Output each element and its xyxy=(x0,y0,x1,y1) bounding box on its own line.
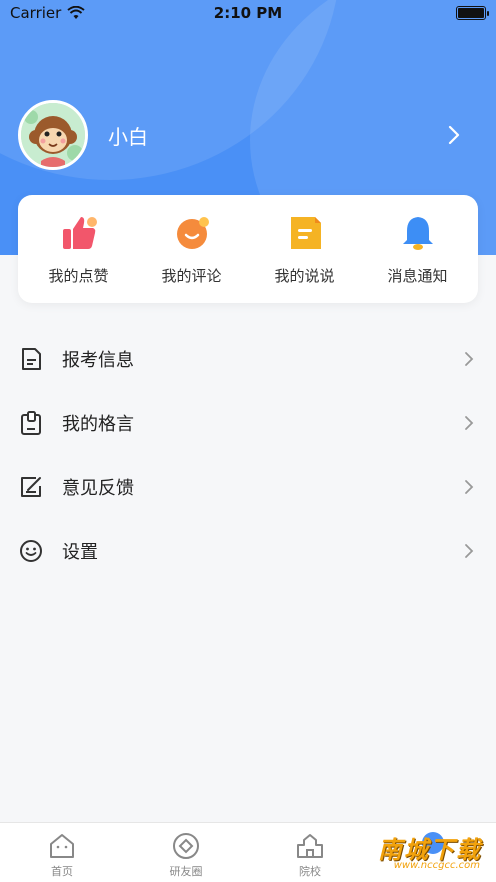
settings-menu: 报考信息 我的格言 意见反馈 设置 xyxy=(0,327,496,583)
status-time: 2:10 PM xyxy=(213,4,283,22)
chevron-right-icon xyxy=(465,352,474,366)
feedback-edit-icon xyxy=(21,477,41,497)
menu-item-exam-info[interactable]: 报考信息 xyxy=(0,327,496,391)
smiley-settings-icon xyxy=(20,540,42,562)
tab-home[interactable]: 首页 xyxy=(0,823,124,882)
note-icon xyxy=(290,216,321,249)
chevron-right-icon xyxy=(465,544,474,558)
clipboard-icon xyxy=(21,411,41,435)
quick-action-label: 我的说说 xyxy=(274,266,335,285)
tab-label: 院校 xyxy=(299,865,321,878)
wifi-icon xyxy=(67,6,85,19)
school-icon xyxy=(297,834,323,858)
home-icon xyxy=(50,834,74,858)
menu-item-label: 设置 xyxy=(62,542,98,563)
watermark-logo: 南城下载 www.nccgcc.com xyxy=(370,830,488,876)
battery-icon xyxy=(456,6,489,20)
menu-item-label: 报考信息 xyxy=(62,350,134,371)
quick-action-likes[interactable]: 我的点赞 xyxy=(24,213,134,286)
circle-friends-icon xyxy=(173,833,199,859)
quick-action-label: 我的评论 xyxy=(161,266,222,285)
username: 小白 xyxy=(108,124,148,149)
chevron-right-icon xyxy=(465,416,474,430)
tab-label: 研友圈 xyxy=(169,865,203,878)
watermark-url: www.nccgcc.com xyxy=(393,860,480,871)
menu-item-label: 我的格言 xyxy=(62,414,134,435)
bell-icon xyxy=(402,216,433,250)
carrier-label: Carrier xyxy=(10,4,62,22)
menu-item-settings[interactable]: 设置 xyxy=(0,519,496,583)
quick-action-notifications[interactable]: 消息通知 xyxy=(363,213,473,286)
menu-item-feedback[interactable]: 意见反馈 xyxy=(0,455,496,519)
status-bar: Carrier 2:10 PM xyxy=(0,0,496,26)
document-icon xyxy=(22,348,41,370)
tab-label: 首页 xyxy=(51,865,73,878)
avatar[interactable] xyxy=(18,100,88,170)
chevron-right-icon xyxy=(465,480,474,494)
profile-row[interactable]: 小白 xyxy=(18,99,478,171)
chevron-right-icon[interactable] xyxy=(444,121,464,149)
menu-item-label: 意见反馈 xyxy=(62,478,134,499)
comment-bubble-icon xyxy=(176,216,209,249)
quick-action-comments[interactable]: 我的评论 xyxy=(137,213,247,286)
thumbs-up-icon xyxy=(62,216,97,249)
menu-item-motto[interactable]: 我的格言 xyxy=(0,391,496,455)
quick-action-posts[interactable]: 我的说说 xyxy=(250,213,360,286)
tab-friends-circle[interactable]: 研友圈 xyxy=(124,823,248,882)
quick-action-label: 我的点赞 xyxy=(48,266,109,285)
quick-actions-card: 我的点赞 我的评论 我的说说 消息通知 xyxy=(18,195,478,303)
quick-action-label: 消息通知 xyxy=(387,266,448,285)
monkey-avatar-icon xyxy=(21,103,85,167)
tab-schools[interactable]: 院校 xyxy=(248,823,372,882)
